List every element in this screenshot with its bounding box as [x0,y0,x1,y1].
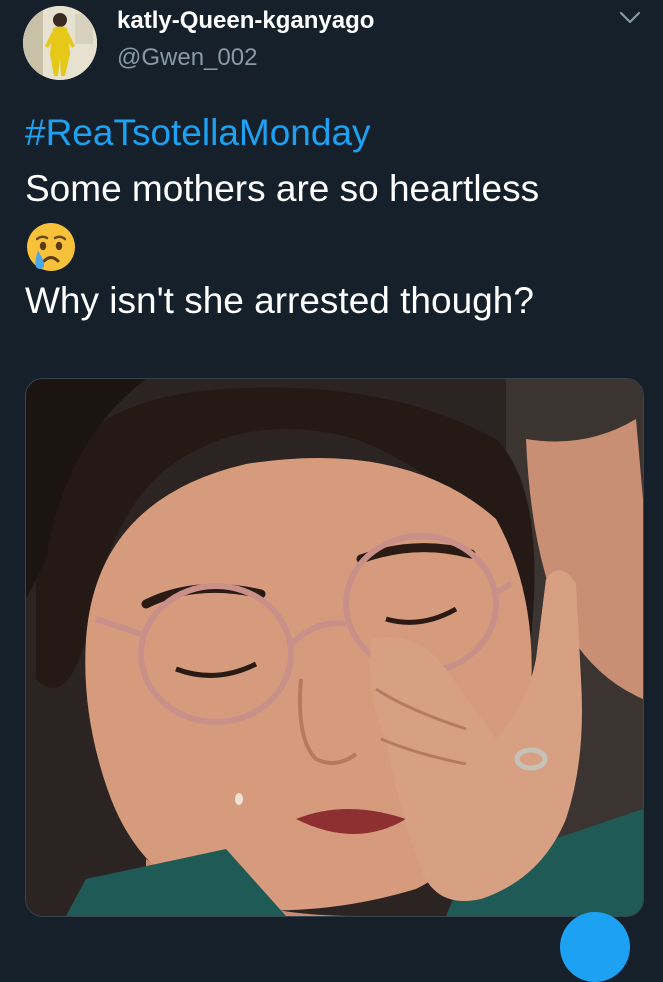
hashtag-link[interactable]: #ReaTsotellaMonday [25,105,645,161]
avatar[interactable] [23,6,97,80]
tweet-line-2: Why isn't she arrested though? [25,280,534,322]
avatar-image [23,6,97,80]
emoji-line [25,217,645,273]
tweet-text: #ReaTsotellaMonday Some mothers are so h… [25,105,645,329]
tweet-line-1: Some mothers are so heartless [25,168,540,209]
user-handle[interactable]: @Gwen_002 [117,44,257,72]
photo-of-woman-with-glasses-wiping-eye [26,379,643,916]
chevron-down-icon[interactable] [618,10,642,26]
tweet-media-image[interactable] [25,378,644,917]
compose-tweet-button[interactable] [560,912,630,982]
display-name[interactable]: katly-Queen-kganyago [117,7,374,35]
crying-face-emoji [27,223,75,272]
